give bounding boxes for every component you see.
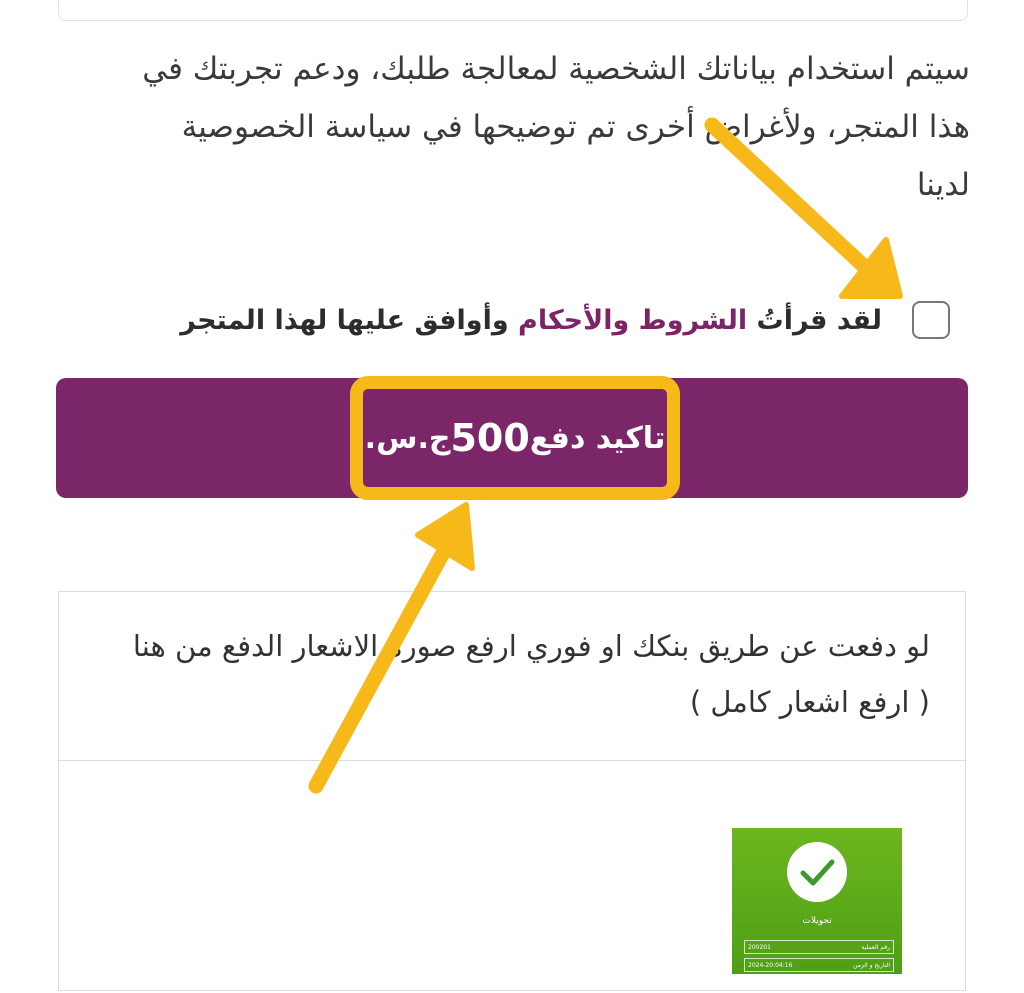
receipt-row: 2024-20:04:16 التاريخ و الزمن <box>744 958 894 972</box>
privacy-notice: سيتم استخدام بياناتك الشخصية لمعالجة طلب… <box>142 51 970 203</box>
check-mark-icon <box>800 859 835 886</box>
receipt-row: 200201 رقم العملية <box>744 940 894 954</box>
highlight-box <box>350 376 680 500</box>
receipt-title: تحويلات <box>802 916 832 926</box>
terms-prefix: لقد قرأتُ <box>747 304 882 336</box>
receipt-row-value: 200201 <box>748 943 771 951</box>
success-check-icon <box>787 842 847 902</box>
receipt-row-label: التاريخ و الزمن <box>853 961 890 969</box>
terms-suffix: وأوافق عليها لهذا المتجر <box>180 304 519 336</box>
receipt-thumbnail[interactable]: تحويلات 200201 رقم العملية 2024-20:04:16… <box>732 828 902 974</box>
terms-row: لقد قرأتُ الشروط والأحكام وأوافق عليها ل… <box>130 296 950 344</box>
receipt-row-value: 2024-20:04:16 <box>748 961 793 969</box>
receipt-row-label: رقم العملية <box>861 943 890 951</box>
terms-checkbox[interactable] <box>912 301 950 339</box>
upload-instruction: لو دفعت عن طريق بنكك او فوري ارفع صورة ا… <box>132 629 930 719</box>
card-divider <box>59 760 965 761</box>
terms-text: لقد قرأتُ الشروط والأحكام وأوافق عليها ل… <box>180 305 882 336</box>
previous-card <box>58 0 968 21</box>
terms-link[interactable]: الشروط والأحكام <box>518 305 747 336</box>
